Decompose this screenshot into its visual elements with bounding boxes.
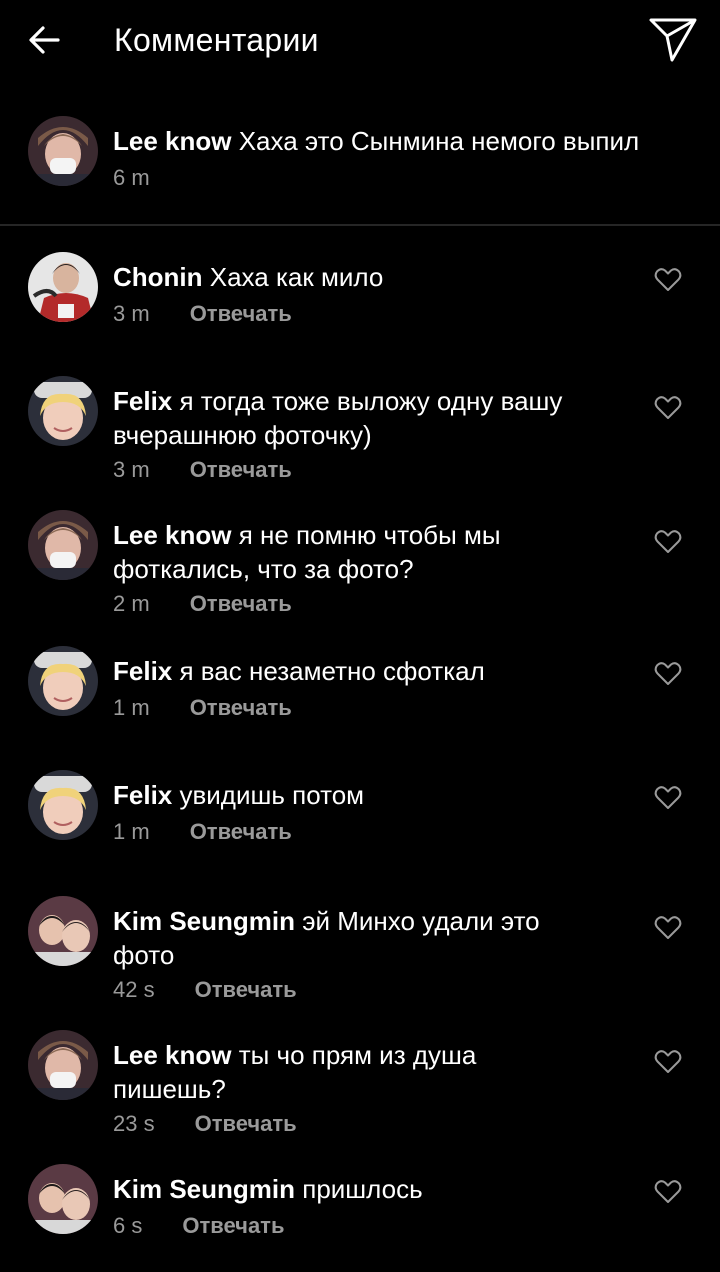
comment-username[interactable]: Lee know [113,1040,231,1070]
reply-button[interactable]: Отвечать [195,1111,297,1136]
comment-username[interactable]: Felix [113,386,172,416]
heart-outline-icon[interactable] [654,266,682,292]
comment-body: ты чо прям из душа [231,1040,477,1070]
comment-body-line2: вчерашнюю фоточку) [113,420,372,450]
top-bar: Комментарии [0,0,720,80]
comment-time: 23 s [113,1111,155,1136]
comment-text: Felix я вас незаметно сфоткал [113,654,643,688]
heart-outline-icon[interactable] [654,914,682,940]
comment-meta: 3 m Отвечать [113,300,292,328]
comment-text: Felix я тогда тоже выложу одну вашу [113,384,643,418]
comment-time: 1 m [113,695,150,720]
comment-meta: 1 m Отвечать [113,694,292,722]
comment-body: я тогда тоже выложу одну вашу [172,386,563,416]
comment-text: Felix увидишь потом [113,778,643,812]
comment-body: увидишь потом [172,780,365,810]
comment-body: эй Минхо удали это [295,906,540,936]
comment-body: я не помню чтобы мы [231,520,501,550]
comment-time: 1 m [113,819,150,844]
avatar[interactable] [28,376,98,446]
avatar[interactable] [28,116,98,186]
comment-body-line2: фоткались, что за фото? [113,554,414,584]
avatar[interactable] [28,1164,98,1234]
comment-body-line2: фото [113,940,175,970]
comment-text: Lee know я не помню чтобы мы [113,518,643,552]
comment-time: 6 s [113,1213,143,1238]
heart-outline-icon[interactable] [654,660,682,686]
avatar[interactable] [28,1030,98,1100]
comment-username[interactable]: Kim Seungmin [113,1174,295,1204]
avatar[interactable] [28,896,98,966]
reply-button[interactable]: Отвечать [190,457,292,482]
reply-button[interactable]: Отвечать [190,301,292,326]
comment-time: 3 m [113,457,150,482]
avatar-image [28,116,98,186]
comment-username[interactable]: Kim Seungmin [113,906,295,936]
page-title: Комментарии [114,22,319,58]
heart-outline-icon[interactable] [654,528,682,554]
comment-time: 42 s [113,977,155,1002]
comment-body: пришлось [295,1174,423,1204]
caption-meta: 6 m [113,164,150,192]
caption-body: Хаха это Сынмина немого выпил [238,126,640,156]
reply-button[interactable]: Отвечать [190,819,292,844]
caption-text: Lee know Хаха это Сынмина немого выпил [113,124,643,158]
comment-meta: 3 m Отвечать [113,456,292,484]
comment-meta: 1 m Отвечать [113,818,292,846]
heart-outline-icon[interactable] [654,1178,682,1204]
reply-button[interactable]: Отвечать [190,695,292,720]
comment-meta: 2 m Отвечать [113,590,292,618]
reply-button[interactable]: Отвечать [182,1213,284,1238]
reply-button[interactable]: Отвечать [195,977,297,1002]
post-caption: Lee know Хаха это Сынмина немого выпил 6… [0,108,720,224]
comment-body: я вас незаметно сфоткал [172,656,485,686]
avatar[interactable] [28,510,98,580]
heart-outline-icon[interactable] [654,1048,682,1074]
comment-body-line2: пишешь? [113,1074,226,1104]
comment-time: 2 m [113,591,150,616]
comment-body: Хаха как мило [202,262,384,292]
comment-meta: 23 s Отвечать [113,1110,297,1138]
comment-username[interactable]: Felix [113,656,172,686]
divider [0,224,720,226]
comment-username[interactable]: Chonin [113,262,203,292]
arrow-left-icon[interactable] [26,22,62,58]
paper-plane-icon[interactable] [648,16,698,64]
heart-outline-icon[interactable] [654,784,682,810]
comment-text: Kim Seungmin пришлось [113,1172,643,1206]
caption-time: 6 m [113,165,150,190]
comment-username[interactable]: Felix [113,780,172,810]
avatar[interactable] [28,252,98,322]
comment-text: Kim Seungmin эй Минхо удали это [113,904,643,938]
comment-text: Chonin Хаха как мило [113,260,643,294]
comment-text: Lee know ты чо прям из душа [113,1038,643,1072]
reply-button[interactable]: Отвечать [190,591,292,616]
avatar[interactable] [28,770,98,840]
comment-meta: 42 s Отвечать [113,976,297,1004]
comment-username[interactable]: Lee know [113,520,231,550]
comment-meta: 6 s Отвечать [113,1212,284,1240]
heart-outline-icon[interactable] [654,394,682,420]
caption-username[interactable]: Lee know [113,126,231,156]
avatar[interactable] [28,646,98,716]
comment-time: 3 m [113,301,150,326]
